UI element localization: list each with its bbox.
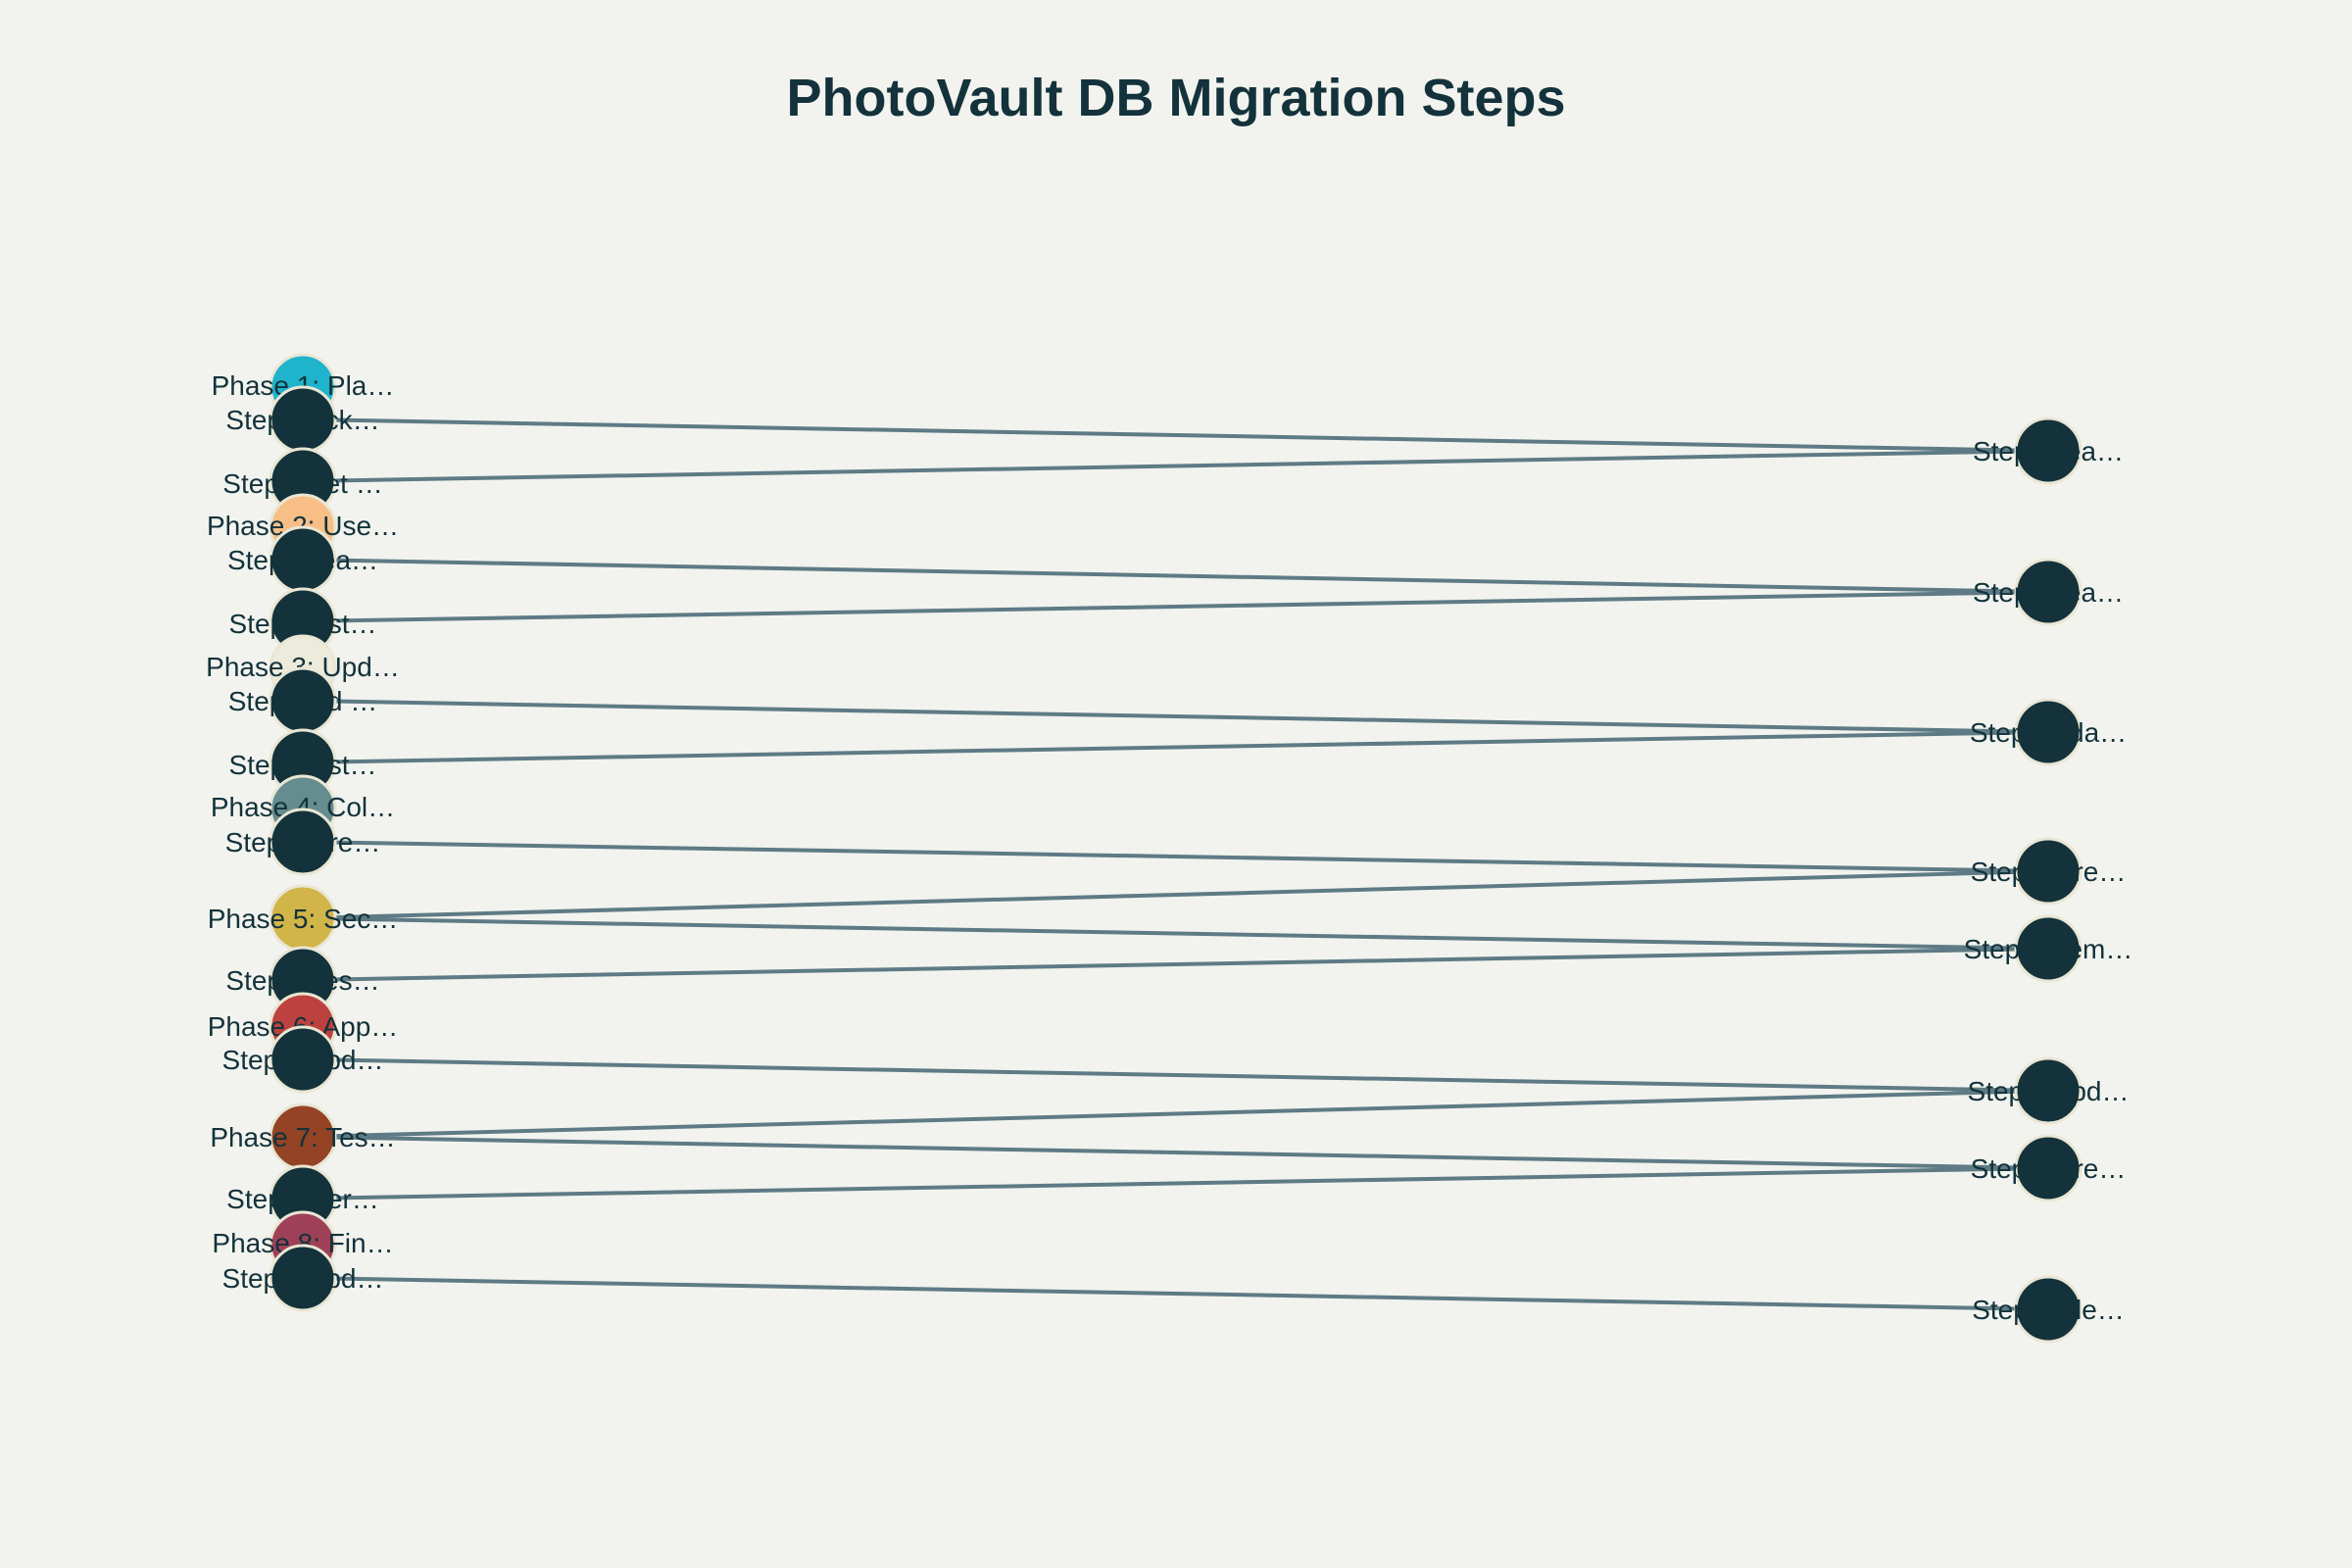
edge-l11-to-r8 xyxy=(302,1276,2049,1311)
edge-l5-to-r3 xyxy=(302,699,2049,734)
edge-l8-to-r5 xyxy=(302,947,2049,982)
node-label-p7: Phase 7: Tes… xyxy=(210,1122,395,1152)
node-r7[interactable]: Step…Cre… xyxy=(1971,1134,2127,1202)
node-r4[interactable]: Step…Cre… xyxy=(1971,837,2127,906)
node-label-r2: Step…rea… xyxy=(1973,577,2124,608)
edge-l1-to-r1 xyxy=(302,417,2049,453)
edge-l3-to-r2 xyxy=(302,558,2049,594)
node-p7[interactable]: Phase 7: Tes… xyxy=(210,1102,396,1171)
node-label-l3: Step…rea… xyxy=(227,545,378,575)
node-label-r3: Step…pda… xyxy=(1970,717,2127,748)
node-label-r1: Step…rea… xyxy=(1973,436,2124,466)
node-label-l11: Step…Upd… xyxy=(222,1263,384,1294)
edge-p7-to-r6 xyxy=(302,1089,2049,1139)
edge-p5-to-r4 xyxy=(302,869,2049,920)
edge-l6-to-r3 xyxy=(302,730,2049,764)
node-label-p5: Phase 5: Sec… xyxy=(208,904,399,934)
node-r8[interactable]: Step…Cle… xyxy=(1972,1275,2125,1344)
edge-group xyxy=(302,417,2049,1311)
edge-l9-to-r6 xyxy=(302,1057,2049,1093)
node-label-l1: Step…ack… xyxy=(225,405,379,435)
node-label-l7: Step…Cre… xyxy=(225,827,381,858)
node-label-l8: Step…Tes… xyxy=(225,965,379,996)
node-r2[interactable]: Step…rea… xyxy=(1973,558,2124,626)
edge-l7-to-r4 xyxy=(302,840,2049,873)
node-label-l9: Step…Upd… xyxy=(222,1045,384,1075)
node-label-l4: Step…est… xyxy=(229,609,377,639)
node-r5[interactable]: Step…Rem… xyxy=(1964,914,2133,983)
node-label-r6: Step…Upd… xyxy=(1968,1076,2130,1106)
edge-l2-to-r1 xyxy=(302,449,2049,483)
node-p5[interactable]: Phase 5: Sec… xyxy=(208,884,399,953)
edge-l4-to-r2 xyxy=(302,590,2049,623)
node-r6[interactable]: Step…Upd… xyxy=(1968,1056,2130,1125)
node-label-r4: Step…Cre… xyxy=(1971,857,2127,887)
diagram-title: PhotoVault DB Migration Steps xyxy=(786,69,1565,127)
node-r1[interactable]: Step…rea… xyxy=(1973,416,2124,485)
node-label-l5: Step…dd … xyxy=(228,686,378,716)
node-r3[interactable]: Step…pda… xyxy=(1970,698,2127,766)
edge-p7-to-r7 xyxy=(302,1135,2049,1170)
node-label-l10: Step…Ver… xyxy=(226,1184,379,1214)
migration-flow-diagram: PhotoVault DB Migration Steps Phase 1: P… xyxy=(206,69,2133,1344)
node-label-r8: Step…Cle… xyxy=(1972,1295,2125,1325)
node-label-r5: Step…Rem… xyxy=(1964,934,2133,964)
edge-l10-to-r7 xyxy=(302,1166,2049,1200)
node-label-r7: Step…Cre… xyxy=(1971,1153,2127,1184)
edge-p5-to-r5 xyxy=(302,916,2049,951)
